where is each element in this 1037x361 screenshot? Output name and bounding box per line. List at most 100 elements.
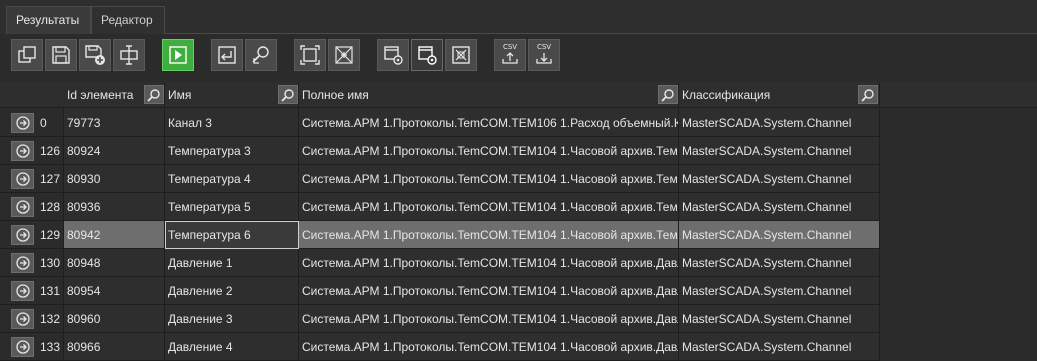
settings-window-alt-button[interactable] xyxy=(411,39,443,71)
column-search-fullname-button[interactable] xyxy=(658,85,678,104)
cell-id[interactable]: 80942 xyxy=(64,221,165,249)
cell-id[interactable]: 80966 xyxy=(64,333,165,361)
cell-name[interactable]: Температура 3 xyxy=(165,137,299,165)
cell-class[interactable]: MasterSCADA.System.Channel xyxy=(679,277,880,305)
frame-icon xyxy=(300,45,320,65)
row-go-button[interactable] xyxy=(11,281,34,301)
column-search-icon xyxy=(281,88,294,102)
cell-class[interactable]: MasterSCADA.System.Channel xyxy=(679,193,880,221)
cell-fullname[interactable]: Система.АРМ 1.Протоколы.TemCOM.TEM104 1.… xyxy=(299,221,679,249)
cell-class[interactable]: MasterSCADA.System.Channel xyxy=(679,221,880,249)
frame-button[interactable] xyxy=(294,39,326,71)
csv-import-label: CSV xyxy=(536,43,552,51)
enter-icon xyxy=(218,46,236,64)
cell-class[interactable]: MasterSCADA.System.Channel xyxy=(679,109,880,137)
cell-name[interactable]: Давление 2 xyxy=(165,277,299,305)
cell-class[interactable]: MasterSCADA.System.Channel xyxy=(679,137,880,165)
cell-fullname[interactable]: Система.АРМ 1.Протоколы.TemCOM.TEM104 1.… xyxy=(299,193,679,221)
cell-class[interactable]: MasterSCADA.System.Channel xyxy=(679,249,880,277)
column-search-id-button[interactable] xyxy=(144,85,164,104)
enter-button[interactable] xyxy=(211,39,243,71)
row-go-icon xyxy=(15,340,30,354)
column-header-class[interactable]: Классификация xyxy=(679,82,880,108)
row-go-button[interactable] xyxy=(11,225,34,245)
save-button[interactable] xyxy=(45,39,77,71)
table-row[interactable]: 132 80960 Давление 3 Система.АРМ 1.Протокол… xyxy=(0,305,1037,333)
column-search-class-button[interactable] xyxy=(858,85,878,104)
csv-export-button[interactable]: CSV xyxy=(494,39,526,71)
search-link-button[interactable] xyxy=(245,39,277,71)
cell-id[interactable]: 79773 xyxy=(64,109,165,137)
cell-id[interactable]: 80948 xyxy=(64,249,165,277)
csv-import-button[interactable]: CSV xyxy=(528,39,560,71)
table-row[interactable]: 130 80948 Давление 1 Система.АРМ 1.Протокол… xyxy=(0,249,1037,277)
collapse-button[interactable] xyxy=(328,39,360,71)
row-go-button[interactable] xyxy=(11,197,34,217)
row-go-icon xyxy=(15,172,30,186)
column-header-class-label: Классификация xyxy=(682,88,771,102)
table-row[interactable]: 126 80924 Температура 3 Система.АРМ 1.Прото… xyxy=(0,137,1037,165)
row-go-button[interactable] xyxy=(11,337,34,357)
row-go-button[interactable] xyxy=(11,253,34,273)
cell-name[interactable]: Давление 1 xyxy=(165,249,299,277)
column-search-name-button[interactable] xyxy=(278,85,298,104)
table-row[interactable]: 128 80936 Температура 5 Система.АРМ 1.Прото… xyxy=(0,193,1037,221)
cell-class[interactable]: MasterSCADA.System.Channel xyxy=(679,333,880,361)
new-window-button[interactable] xyxy=(11,39,43,71)
cell-id[interactable]: 80960 xyxy=(64,305,165,333)
settings-window-alt-icon xyxy=(418,46,437,65)
table-row[interactable]: 127 80930 Температура 4 Система.АРМ 1.Прото… xyxy=(0,165,1037,193)
row-empty-area xyxy=(880,333,1037,361)
save-icon xyxy=(52,46,70,64)
cell-name[interactable]: Температура 6 xyxy=(165,221,299,249)
cell-id[interactable]: 80930 xyxy=(64,165,165,193)
results-grid: Id элемента Имя Полное имя Классификация… xyxy=(0,82,1037,361)
cell-fullname[interactable]: Система.АРМ 1.Протоколы.TemCOM.TEM104 1.… xyxy=(299,333,679,361)
collapse-icon xyxy=(335,46,353,64)
tab-results[interactable]: Результаты xyxy=(6,6,91,34)
row-number: 132 xyxy=(40,312,61,326)
column-header-fullname[interactable]: Полное имя xyxy=(299,82,679,108)
cell-name[interactable]: Давление 3 xyxy=(165,305,299,333)
column-header-fullname-label: Полное имя xyxy=(302,88,369,102)
csv-export-label: CSV xyxy=(502,43,518,51)
cell-class[interactable]: MasterSCADA.System.Channel xyxy=(679,305,880,333)
table-row[interactable]: 0 79773 Канал 3 Система.АРМ 1.Протоколы.Tem… xyxy=(0,109,1037,137)
cell-id[interactable]: 80954 xyxy=(64,277,165,305)
row-go-button[interactable] xyxy=(11,309,34,329)
cell-name[interactable]: Температура 4 xyxy=(165,165,299,193)
row-go-button[interactable] xyxy=(11,141,34,161)
row-empty-area xyxy=(880,305,1037,333)
column-search-icon xyxy=(861,88,874,102)
cell-id[interactable]: 80936 xyxy=(64,193,165,221)
column-search-icon xyxy=(661,88,674,102)
settings-window-button[interactable] xyxy=(377,39,409,71)
row-go-icon xyxy=(15,116,30,130)
cell-fullname[interactable]: Система.АРМ 1.Протоколы.TemCOM.TEM104 1.… xyxy=(299,249,679,277)
run-button[interactable] xyxy=(162,39,194,71)
split-button[interactable] xyxy=(113,39,145,71)
row-go-button[interactable] xyxy=(11,113,34,133)
cell-fullname[interactable]: Система.АРМ 1.Протоколы.TemCOM.TEM104 1.… xyxy=(299,277,679,305)
cell-fullname[interactable]: Система.АРМ 1.Протоколы.TemCOM.TEM106 1.… xyxy=(299,109,679,137)
cell-fullname[interactable]: Система.АРМ 1.Протоколы.TemCOM.TEM104 1.… xyxy=(299,305,679,333)
cell-class[interactable]: MasterSCADA.System.Channel xyxy=(679,165,880,193)
cell-name[interactable]: Температура 5 xyxy=(165,193,299,221)
table-row[interactable]: 129 80942 Температура 6 Система.АРМ 1.Прото… xyxy=(0,221,1037,249)
cell-fullname[interactable]: Система.АРМ 1.Протоколы.TemCOM.TEM104 1.… xyxy=(299,137,679,165)
cell-name[interactable]: Давление 4 xyxy=(165,333,299,361)
table-row[interactable]: 133 80966 Давление 4 Система.АРМ 1.Протокол… xyxy=(0,333,1037,361)
row-go-button[interactable] xyxy=(11,169,34,189)
save-add-button[interactable] xyxy=(79,39,111,71)
cell-fullname[interactable]: Система.АРМ 1.Протоколы.TemCOM.TEM104 1.… xyxy=(299,165,679,193)
clear-box-button[interactable] xyxy=(445,39,477,71)
cell-name[interactable]: Канал 3 xyxy=(165,109,299,137)
clear-box-icon xyxy=(452,46,470,64)
row-number: 0 xyxy=(40,116,47,130)
tab-editor[interactable]: Редактор xyxy=(91,6,165,34)
row-number: 128 xyxy=(40,200,61,214)
row-go-icon xyxy=(15,312,30,326)
row-empty-area xyxy=(880,137,1037,165)
cell-id[interactable]: 80924 xyxy=(64,137,165,165)
table-row[interactable]: 131 80954 Давление 2 Система.АРМ 1.Протокол… xyxy=(0,277,1037,305)
